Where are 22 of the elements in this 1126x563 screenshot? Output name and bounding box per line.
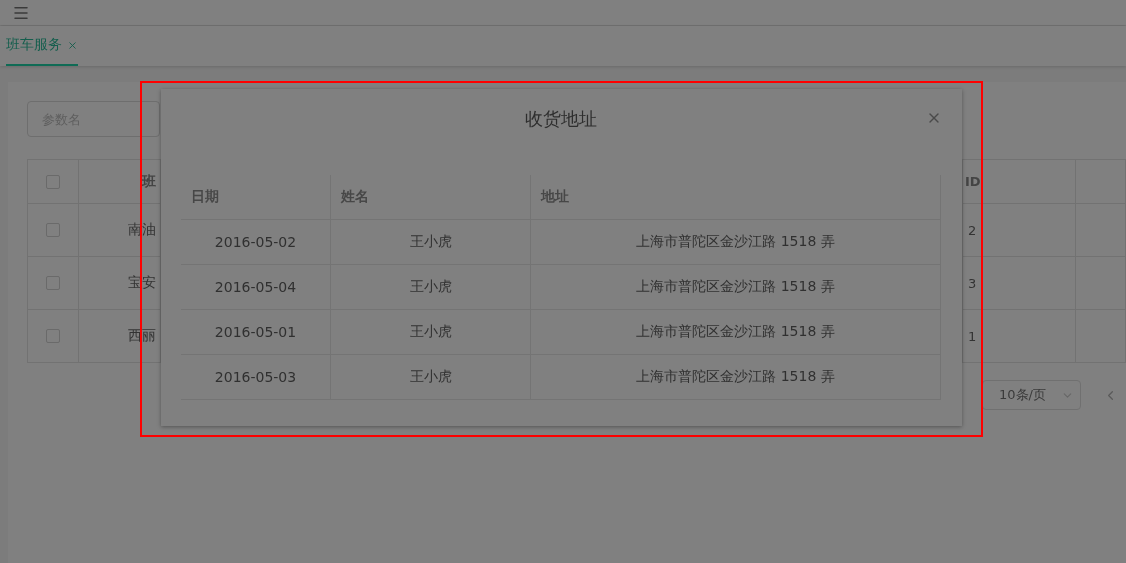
dialog-title: 收货地址 [524, 107, 598, 131]
column-header: ID [963, 160, 1076, 204]
column-header: 地址 [539, 187, 570, 206]
table-cell: 1 [963, 310, 1076, 363]
table-cell: 王小虎 [331, 310, 531, 354]
column-header: 日期 [181, 175, 331, 219]
table-cell-text: 上海市普陀区金沙江路 1518 弄 [635, 322, 836, 341]
table-cell-text: 上海市普陀区金沙江路 1518 弄 [635, 232, 836, 251]
table-cell: 2016-05-03 [181, 355, 331, 399]
table-cell: 2016-05-02 [181, 220, 331, 264]
column-header: 姓名 [331, 175, 531, 219]
close-icon[interactable] [67, 39, 78, 51]
table-cell-text: 上海市普陀区金沙江路 1518 弄 [635, 367, 836, 386]
table-cell: 王小虎 [331, 265, 531, 309]
table-cell: 2016-05-04 [181, 265, 331, 309]
table-cell: 王小虎 [331, 220, 531, 264]
table-cell: 3 [963, 257, 1076, 310]
table-cell-text: 上海市普陀区金沙江路 1518 弄 [635, 277, 836, 296]
table-cell: 王小虎 [331, 355, 531, 399]
table-cell: 2016-05-01 [181, 310, 331, 354]
table-cell: 2 [963, 204, 1076, 257]
tab[interactable]: 班车服务 [6, 26, 78, 66]
